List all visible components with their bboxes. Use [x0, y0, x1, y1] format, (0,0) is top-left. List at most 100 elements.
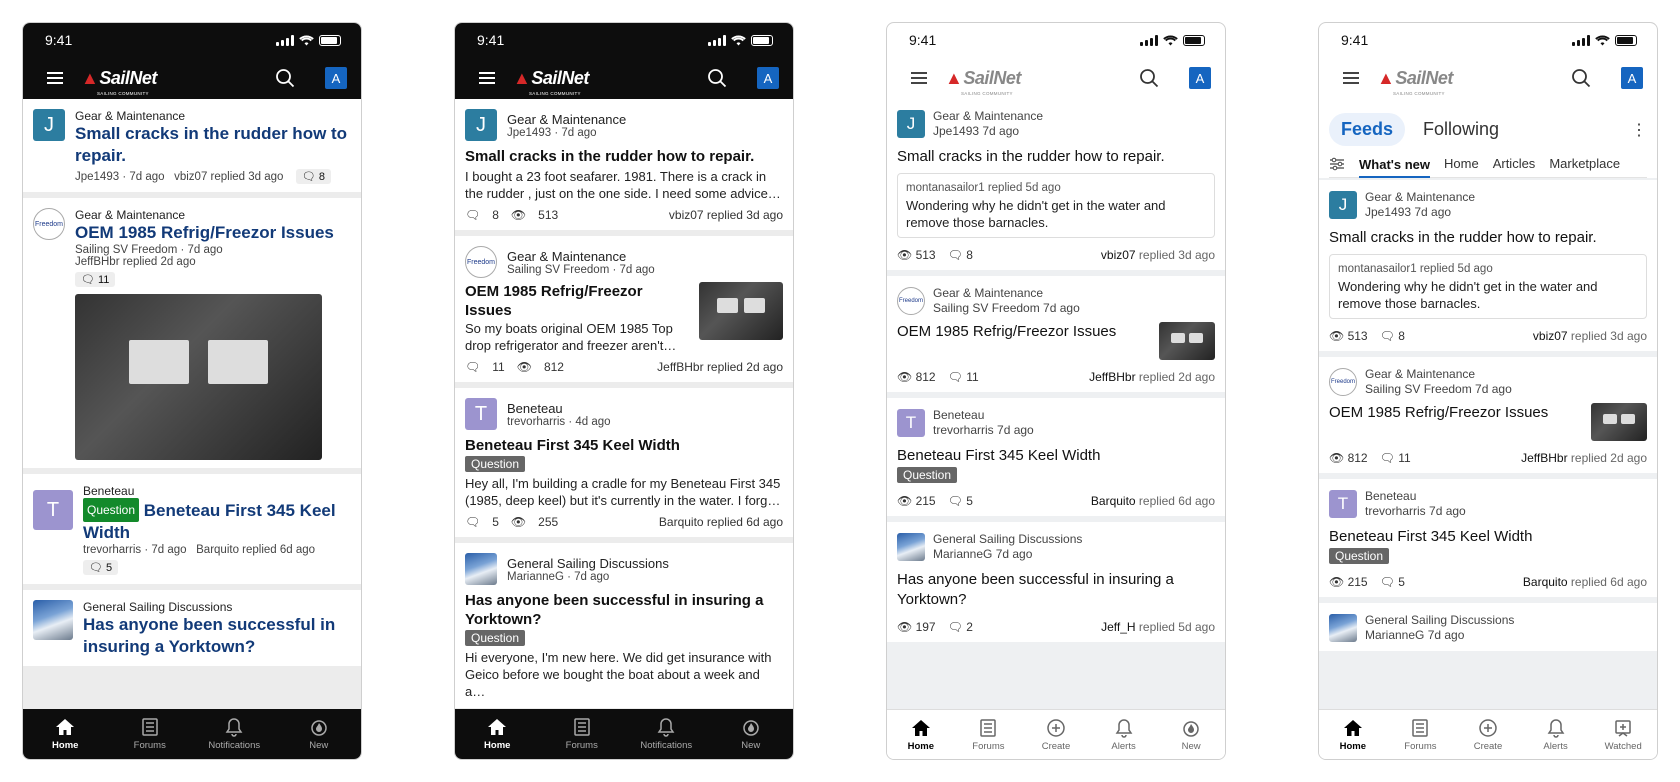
post-title[interactable]: OEM 1985 Refrig/Freezor Issues — [75, 222, 334, 244]
more-options-icon[interactable]: ⋮ — [1631, 120, 1647, 140]
tab-notifications[interactable]: Notifications — [636, 717, 696, 751]
tab-home[interactable]: Home — [1323, 718, 1383, 752]
last-reply[interactable]: Barquito replied 6d ago — [659, 515, 783, 529]
last-reply[interactable]: Barquito replied 6d ago — [1091, 494, 1215, 508]
forum-name[interactable]: General Sailing Discussions — [83, 600, 351, 614]
forum-name[interactable]: Gear & Maintenance — [933, 286, 1080, 301]
last-reply[interactable]: JeffBHbr replied 2d ago — [1089, 370, 1215, 384]
tab-new[interactable]: New — [289, 717, 349, 751]
last-reply[interactable]: Jeff_H replied 5d ago — [1101, 620, 1215, 634]
last-reply[interactable]: vbiz07 replied 3d ago — [1101, 248, 1215, 262]
sailnet-logo[interactable]: ▲SailNet SAILING COMMUNITY — [1377, 69, 1453, 96]
post-title[interactable]: Beneteau First 345 Keel Width — [465, 436, 783, 455]
author-name[interactable]: trevorharris — [507, 416, 565, 428]
forum-name[interactable]: General Sailing Discussions — [933, 532, 1082, 547]
sailnet-logo[interactable]: ▲SailNet SAILING COMMUNITY — [81, 69, 157, 96]
post-card[interactable]: Freedom Gear & Maintenance Sailing SV Fre… — [1319, 357, 1657, 473]
tab-create[interactable]: Create — [1458, 718, 1518, 752]
sailnet-logo[interactable]: ▲SailNet SAILING COMMUNITY — [945, 69, 1021, 96]
tab-home[interactable]: Home — [891, 718, 951, 752]
tab-notifications[interactable]: Notifications — [204, 717, 264, 751]
author-name[interactable]: MarianneG — [507, 571, 564, 583]
tab-home[interactable]: Home — [467, 717, 527, 751]
feed[interactable]: Feeds Following ⋮ What's new Home Articl… — [1319, 99, 1657, 709]
post-card[interactable]: General Sailing Discussions Has anyone b… — [23, 590, 361, 666]
post-title[interactable]: Small cracks in the rudder how to repair… — [1329, 228, 1647, 248]
forum-name[interactable]: Gear & Maintenance — [507, 249, 655, 264]
tab-forums[interactable]: Forums — [120, 717, 180, 751]
search-icon[interactable] — [1571, 68, 1591, 88]
post-card[interactable]: T Beneteau trevorharris · 4d ago Benetea… — [455, 388, 793, 537]
forum-name[interactable]: Beneteau — [1365, 489, 1466, 504]
feed[interactable]: J Gear & Maintenance Small cracks in the… — [23, 99, 361, 709]
post-title[interactable]: Has anyone been successful in insuring a… — [897, 570, 1215, 610]
user-avatar[interactable]: A — [1189, 67, 1211, 89]
last-reply[interactable]: vbiz07 replied 3d ago — [669, 208, 783, 222]
post-card[interactable]: J Gear & Maintenance Jpe1493 7d ago Small… — [1319, 180, 1657, 351]
filter-icon[interactable] — [1329, 157, 1345, 171]
post-title[interactable]: Has anyone been successful in insuring a… — [465, 591, 783, 629]
tab-new[interactable]: New — [721, 717, 781, 751]
forum-name[interactable]: Beneteau — [507, 401, 611, 416]
post-title[interactable]: Small cracks in the rudder how to repair… — [465, 147, 783, 166]
post-card[interactable]: General Sailing Discussions MarianneG · … — [455, 543, 793, 708]
last-reply[interactable]: JeffBHbr replied 2d ago — [657, 360, 783, 374]
tab-forums[interactable]: Forums — [958, 718, 1018, 752]
user-avatar[interactable]: A — [325, 67, 347, 89]
post-title[interactable]: Has anyone been successful in insuring a… — [83, 614, 351, 658]
search-icon[interactable] — [707, 68, 727, 88]
post-card[interactable]: General Sailing Discussions MarianneG 7d … — [887, 522, 1225, 642]
post-thumbnail[interactable] — [1159, 322, 1215, 360]
last-reply[interactable]: Barquito replied 6d ago — [1523, 575, 1647, 589]
post-thumbnail[interactable] — [699, 282, 783, 340]
post-title[interactable]: Small cracks in the rudder how to repair… — [897, 147, 1215, 167]
feed[interactable]: J Gear & Maintenance Jpe1493 · 7d ago Sm… — [455, 99, 793, 709]
menu-icon[interactable] — [911, 72, 927, 84]
post-title[interactable]: OEM 1985 Refrig/Freezor Issues — [1329, 403, 1548, 441]
tab-home[interactable]: Home — [35, 717, 95, 751]
tab-alerts[interactable]: Alerts — [1094, 718, 1154, 752]
forum-name[interactable]: Gear & Maintenance — [933, 109, 1043, 124]
tab-watched[interactable]: Watched — [1593, 718, 1653, 752]
forum-name[interactable]: General Sailing Discussions — [507, 556, 669, 571]
post-title[interactable]: Beneteau First 345 Keel Width — [1329, 527, 1647, 547]
tab-new[interactable]: New — [1161, 718, 1221, 752]
forum-name[interactable]: Gear & Maintenance — [75, 208, 334, 222]
last-reply[interactable]: vbiz07 replied 3d ago — [1533, 329, 1647, 343]
post-title[interactable]: Beneteau First 345 Keel Width — [897, 446, 1215, 466]
post-card[interactable]: J Gear & Maintenance Jpe1493 7d ago Small… — [887, 99, 1225, 270]
post-title[interactable]: OEM 1985 Refrig/Freezor Issues — [897, 322, 1116, 360]
post-image[interactable] — [75, 294, 322, 460]
feed[interactable]: J Gear & Maintenance Jpe1493 7d ago Small… — [887, 99, 1225, 709]
subtab-home[interactable]: Home — [1444, 156, 1479, 171]
post-card[interactable]: J Gear & Maintenance Jpe1493 · 7d ago Sm… — [455, 99, 793, 230]
forum-name[interactable]: Gear & Maintenance — [507, 112, 626, 127]
search-icon[interactable] — [275, 68, 295, 88]
reply-preview[interactable]: montanasailor1 replied 5d ago Wondering … — [1329, 254, 1647, 319]
last-reply[interactable]: JeffBHbr replied 2d ago — [1521, 451, 1647, 465]
forum-name[interactable]: Beneteau — [933, 408, 1034, 423]
tab-forums[interactable]: Forums — [1390, 718, 1450, 752]
sailnet-logo[interactable]: ▲SailNet SAILING COMMUNITY — [513, 69, 589, 96]
menu-icon[interactable] — [479, 72, 495, 84]
tab-forums[interactable]: Forums — [552, 717, 612, 751]
subtab-marketplace[interactable]: Marketplace — [1549, 156, 1620, 171]
post-card[interactable]: T Beneteau trevorharris 7d ago Beneteau F… — [887, 398, 1225, 516]
post-title-row[interactable]: Question Beneteau First 345 Keel Width — [83, 498, 351, 544]
following-toggle[interactable]: Following — [1411, 113, 1511, 146]
post-card[interactable]: Freedom Gear & Maintenance OEM 1985 Refr… — [23, 198, 361, 468]
post-title[interactable]: OEM 1985 Refrig/Freezor Issues — [465, 282, 691, 320]
post-thumbnail[interactable] — [1591, 403, 1647, 441]
forum-name[interactable]: Gear & Maintenance — [75, 109, 351, 123]
post-card[interactable]: T Beneteau trevorharris 7d ago Beneteau F… — [1319, 479, 1657, 597]
post-card[interactable]: General Sailing Discussions MarianneG 7d … — [1319, 603, 1657, 651]
post-card[interactable]: T Beneteau Question Beneteau First 345 K… — [23, 474, 361, 584]
tab-alerts[interactable]: Alerts — [1526, 718, 1586, 752]
feeds-toggle[interactable]: Feeds — [1329, 113, 1406, 146]
subtab-whats-new[interactable]: What's new — [1359, 157, 1430, 178]
post-title[interactable]: Small cracks in the rudder how to repair… — [75, 123, 351, 167]
author-name[interactable]: Jpe1493 — [507, 127, 551, 139]
forum-name[interactable]: Gear & Maintenance — [1365, 190, 1475, 205]
author-name[interactable]: Sailing SV Freedom — [507, 264, 609, 276]
menu-icon[interactable] — [1343, 72, 1359, 84]
